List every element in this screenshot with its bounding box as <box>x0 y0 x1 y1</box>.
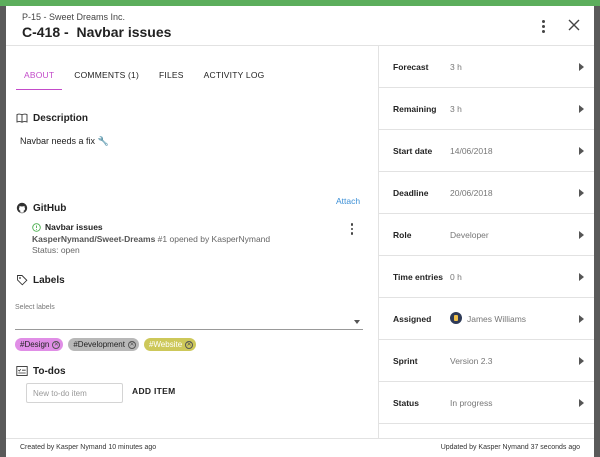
caret-right-icon <box>579 315 584 323</box>
tab-bar: ABOUT COMMENTS (1) FILES ACTIVITY LOG <box>16 64 276 90</box>
issue-repo: KasperNymand/Sweet-Dreams <box>32 234 156 244</box>
created-info: Created by Kasper Nymand 10 minutes ago <box>20 444 157 451</box>
caret-right-icon <box>579 231 584 239</box>
assignee-name: James Williams <box>467 314 527 324</box>
todos-title: To-dos <box>33 365 66 377</box>
caret-down-icon <box>354 320 360 324</box>
modal-footer: Created by Kasper Nymand 10 minutes ago … <box>6 438 594 457</box>
caret-right-icon <box>579 399 584 407</box>
label-chip-design[interactable]: #Design ✕ <box>15 338 64 351</box>
close-button[interactable] <box>564 15 584 35</box>
more-vertical-icon <box>541 19 545 23</box>
tab-about[interactable]: ABOUT <box>16 64 63 90</box>
card-modal: P-15 - Sweet Dreams Inc. C-418 - Navbar … <box>6 6 594 457</box>
github-header: GitHub <box>16 202 66 214</box>
caret-right-icon <box>579 63 584 71</box>
card-title: C-418 - Navbar issues <box>22 24 172 40</box>
todos-header: To-dos <box>16 365 66 377</box>
caret-right-icon <box>579 357 584 365</box>
project-name: P-15 - Sweet Dreams Inc. <box>22 12 126 22</box>
remove-icon[interactable]: ✕ <box>185 340 194 349</box>
attach-link[interactable]: Attach <box>336 196 360 206</box>
description-text[interactable]: Navbar needs a fix 🔧 <box>20 136 109 147</box>
modal-header: P-15 - Sweet Dreams Inc. C-418 - Navbar … <box>6 6 594 46</box>
book-open-icon <box>16 113 28 123</box>
issue-title: Navbar issues <box>45 222 103 232</box>
caret-right-icon <box>579 105 584 113</box>
github-icon <box>16 202 28 214</box>
field-start-date[interactable]: Start date 14/06/2018 <box>379 130 594 172</box>
updated-info: Updated by Kasper Nymand 37 seconds ago <box>440 444 580 451</box>
issue-menu-button[interactable] <box>347 222 357 236</box>
remove-icon[interactable]: ✕ <box>52 340 61 349</box>
remove-icon[interactable]: ✕ <box>127 340 136 349</box>
field-deadline[interactable]: Deadline 20/06/2018 <box>379 172 594 214</box>
description-header: Description <box>16 112 88 124</box>
label-chips: #Design ✕ #Development ✕ #Website ✕ <box>15 338 197 351</box>
caret-right-icon <box>579 189 584 197</box>
labels-select[interactable] <box>15 314 363 330</box>
labels-header: Labels <box>16 274 65 286</box>
caret-right-icon <box>579 273 584 281</box>
issue-meta: KasperNymand/Sweet-Dreams #1 opened by K… <box>32 234 352 244</box>
card-main-panel: ABOUT COMMENTS (1) FILES ACTIVITY LOG De… <box>6 46 379 438</box>
field-sprint[interactable]: Sprint Version 2.3 <box>379 340 594 382</box>
add-item-button[interactable]: ADD ITEM <box>132 386 175 396</box>
labels-title: Labels <box>33 274 65 286</box>
issue-open-icon <box>32 222 41 232</box>
caret-right-icon <box>579 147 584 155</box>
github-issue[interactable]: Navbar issues KasperNymand/Sweet-Dreams … <box>32 222 352 255</box>
field-time-entries[interactable]: Time entries 0 h <box>379 256 594 298</box>
close-icon <box>568 19 580 31</box>
issue-opened-by: #1 opened by KasperNymand <box>155 234 271 244</box>
card-fields-panel: Forecast 3 h Remaining 3 h Start date 14… <box>379 46 594 438</box>
tab-files[interactable]: FILES <box>151 64 192 90</box>
description-title: Description <box>33 112 89 124</box>
label-chip-website[interactable]: #Website ✕ <box>143 338 197 351</box>
field-remaining[interactable]: Remaining 3 h <box>379 88 594 130</box>
github-title: GitHub <box>33 202 67 214</box>
checklist-icon <box>16 366 28 376</box>
tag-icon <box>17 275 28 286</box>
field-assigned[interactable]: Assigned James Williams <box>379 298 594 340</box>
more-vertical-icon <box>350 223 354 226</box>
issue-status: Status: open <box>32 245 80 255</box>
field-role[interactable]: Role Developer <box>379 214 594 256</box>
tab-comments[interactable]: COMMENTS (1) <box>66 64 147 90</box>
tab-activity-log[interactable]: ACTIVITY LOG <box>196 64 273 90</box>
field-status[interactable]: Status In progress <box>379 382 594 424</box>
avatar <box>450 312 462 324</box>
new-todo-input[interactable] <box>26 383 123 403</box>
label-chip-development[interactable]: #Development ✕ <box>68 338 139 351</box>
more-options-button[interactable] <box>533 16 553 36</box>
field-forecast[interactable]: Forecast 3 h <box>379 46 594 88</box>
labels-select-label: Select labels <box>15 304 55 311</box>
